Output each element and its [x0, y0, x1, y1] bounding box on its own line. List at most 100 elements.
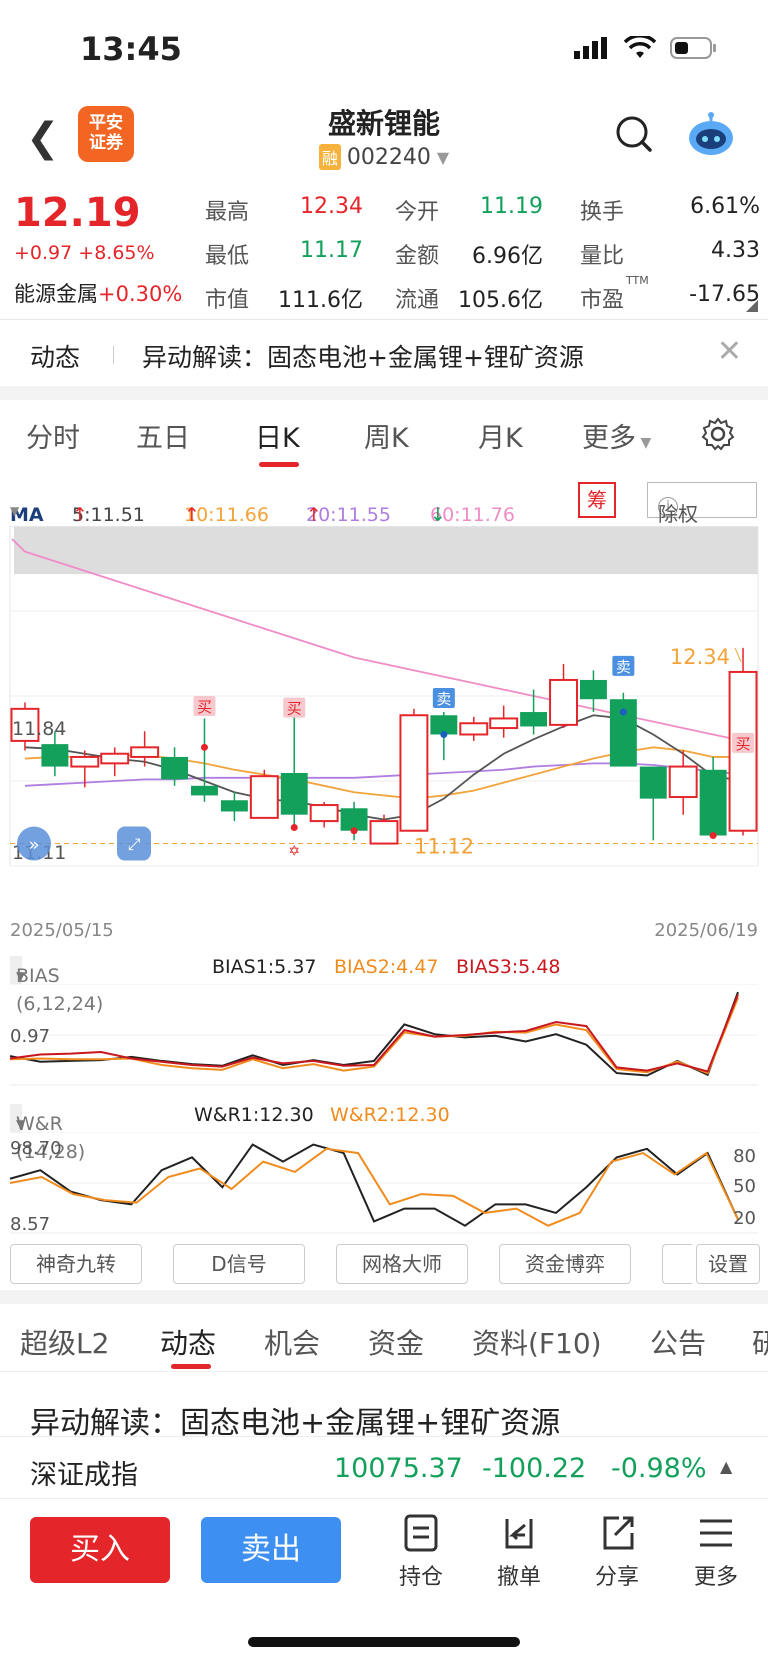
quote-value: 11.19 [480, 194, 543, 219]
expand-corner-icon[interactable] [746, 300, 758, 312]
signal-dot [440, 730, 448, 738]
settings-button[interactable]: 设置 [696, 1244, 760, 1284]
tab-five-day[interactable]: 五日 [136, 416, 190, 455]
tab-news[interactable]: 动态 [160, 1322, 216, 1362]
status-bar: 13:45 [0, 0, 768, 96]
tab-super-l2[interactable]: 超级L2 [20, 1322, 109, 1362]
sell-signal-label: 卖 [616, 658, 631, 676]
dropdown-caret-icon: ▼ [436, 147, 450, 167]
quote-row: 最低 11.17 金额 6.96亿 量比 4.33 [205, 232, 760, 276]
quote-value: 11.17 [300, 238, 363, 263]
tab-weekly-k[interactable]: 周K [364, 416, 409, 455]
candle-body [191, 785, 218, 796]
low-price-marker: 11.12 [414, 835, 474, 859]
sell-signal-label: 卖 [436, 690, 451, 708]
sector-change[interactable]: 能源金属+0.30% [14, 278, 182, 308]
more-button[interactable]: 更多 [681, 1513, 751, 1591]
tab-daily-k[interactable]: 日K [255, 416, 300, 455]
quote-row: 市值 111.6亿 流通 105.6亿 市盈 -17.65 TTM [205, 274, 760, 320]
quote-value: 4.33 [711, 238, 760, 263]
chip-distribution-button[interactable]: 筹 [578, 482, 616, 518]
exrights-button[interactable]: i 除权 [647, 482, 757, 526]
candle-body [489, 717, 519, 730]
chart-period-tabs: 分时 五日 日K 周K 月K 更多 ▼ [0, 400, 768, 468]
candlestick-chart[interactable]: 买买卖卖买11.8411.1112.3411.12✡»⤢2025/05/1520… [0, 526, 768, 950]
buy-button[interactable]: 买入 [30, 1517, 170, 1583]
caret-down-icon: ▼ [10, 504, 20, 518]
ma-legend: MA ▼ 5:11.51 ↑ 10:11.66 ↑ 20:11.55 ↑ 60:… [0, 476, 768, 526]
tab-opportunity[interactable]: 机会 [264, 1322, 320, 1362]
signal-dot [290, 824, 298, 832]
grid-master-button[interactable]: 网格大师 [336, 1244, 468, 1284]
stock-header: ❮ 平安 证券 盛新锂能 融 002240 ▼ [0, 96, 768, 180]
d-signal-button[interactable]: D信号 [173, 1244, 305, 1284]
candle [549, 663, 578, 729]
news-headline: 异动解读：固态电池+金属锂+锂矿资源 [142, 343, 584, 372]
quote-row: 最高 12.34 今开 11.19 换手 6.61% [205, 188, 760, 232]
share-icon [603, 1516, 634, 1550]
holdings-button[interactable]: 持仓 [386, 1513, 456, 1591]
quote-label: 市值 [205, 288, 250, 313]
candle-body [280, 772, 308, 815]
wr-selector[interactable]: W&R (14,28) ▼ [10, 1104, 85, 1163]
quote-label: 最低 [205, 244, 250, 269]
quote-label: 换手 [580, 200, 625, 225]
tab-monthly-k[interactable]: 月K [478, 416, 523, 455]
candle-body [369, 820, 399, 845]
wr-legend: W&R (14,28) ▼ W&R1:12.30 W&R2:12.30 [0, 1098, 768, 1163]
signal-dot [619, 708, 627, 716]
close-icon[interactable]: ✕ [717, 334, 742, 369]
indicator-line [9, 1147, 739, 1227]
quote-label: 流通 [395, 288, 440, 313]
search-icon[interactable] [612, 112, 656, 156]
bias1-value: BIAS1:5.37 [212, 956, 317, 978]
tab-funds[interactable]: 资金 [368, 1322, 424, 1362]
candle [309, 801, 339, 828]
battery-icon [670, 37, 716, 59]
home-indicator [248, 1637, 520, 1647]
signal-dot [709, 832, 717, 840]
quote-value: 6.61% [690, 194, 760, 219]
robot-assistant-icon[interactable] [686, 112, 736, 158]
expand-up-icon[interactable]: ▲ [720, 1457, 732, 1476]
wr-chart[interactable]: 98.70 8.57 80 50 20 [0, 1132, 768, 1234]
tab-research[interactable]: 研 [752, 1322, 768, 1362]
index-ticker[interactable]: 深证成指 10075.37 -100.22 -0.98% ▲ [0, 1436, 768, 1498]
info-tabs: 超级L2 动态 机会 资金 资料(F10) 公告 研 [0, 1304, 768, 1372]
x-end-label: 2025/06/19 [654, 920, 758, 941]
margin-badge: 融 [318, 144, 341, 170]
tab-announcements[interactable]: 公告 [650, 1322, 706, 1362]
news-ticker[interactable]: 动态 异动解读：固态电池+金属锂+锂矿资源 ✕ [0, 320, 768, 386]
shaded-band [14, 526, 758, 575]
quote-label: 今开 [395, 200, 440, 225]
more-tools-button[interactable] [662, 1244, 692, 1284]
candle [340, 801, 368, 841]
candle [579, 670, 607, 713]
tab-f10[interactable]: 资料(F10) [472, 1322, 602, 1362]
x-start-label: 2025/05/15 [10, 920, 114, 941]
share-button[interactable]: 分享 [582, 1513, 652, 1591]
bias-chart[interactable]: 0.97 [0, 984, 768, 1086]
sell-button[interactable]: 卖出 [201, 1517, 341, 1583]
buy-signal-label: 买 [197, 698, 212, 716]
active-tab-indicator [259, 462, 299, 467]
bias-selector[interactable]: BIAS (6,12,24) ▼ [10, 956, 103, 1015]
fund-game-button[interactable]: 资金博弈 [499, 1244, 631, 1284]
tab-more[interactable]: 更多 ▼ [582, 416, 651, 455]
cancel-order-icon [505, 1519, 533, 1549]
signal-icon [574, 37, 607, 59]
caret-down-icon: ▼ [636, 435, 652, 451]
trade-action-bar: 买入 卖出 持仓 撤单 分享 更多 [0, 1498, 768, 1663]
quote-label: 市盈 [580, 288, 625, 313]
gear-icon[interactable] [700, 416, 736, 452]
y-tick-label: 0.97 [10, 1026, 50, 1047]
candle [249, 769, 279, 819]
wr1-value: W&R1:12.30 [194, 1104, 314, 1126]
tab-intraday[interactable]: 分时 [26, 416, 80, 455]
cancel-order-button[interactable]: 撤单 [484, 1513, 554, 1591]
y-tick-label: 8.57 [10, 1214, 50, 1234]
buy-signal-label: 买 [736, 735, 751, 753]
magic-nine-button[interactable]: 神奇九转 [10, 1244, 142, 1284]
candle-body [639, 766, 667, 799]
candle-body [41, 744, 69, 767]
